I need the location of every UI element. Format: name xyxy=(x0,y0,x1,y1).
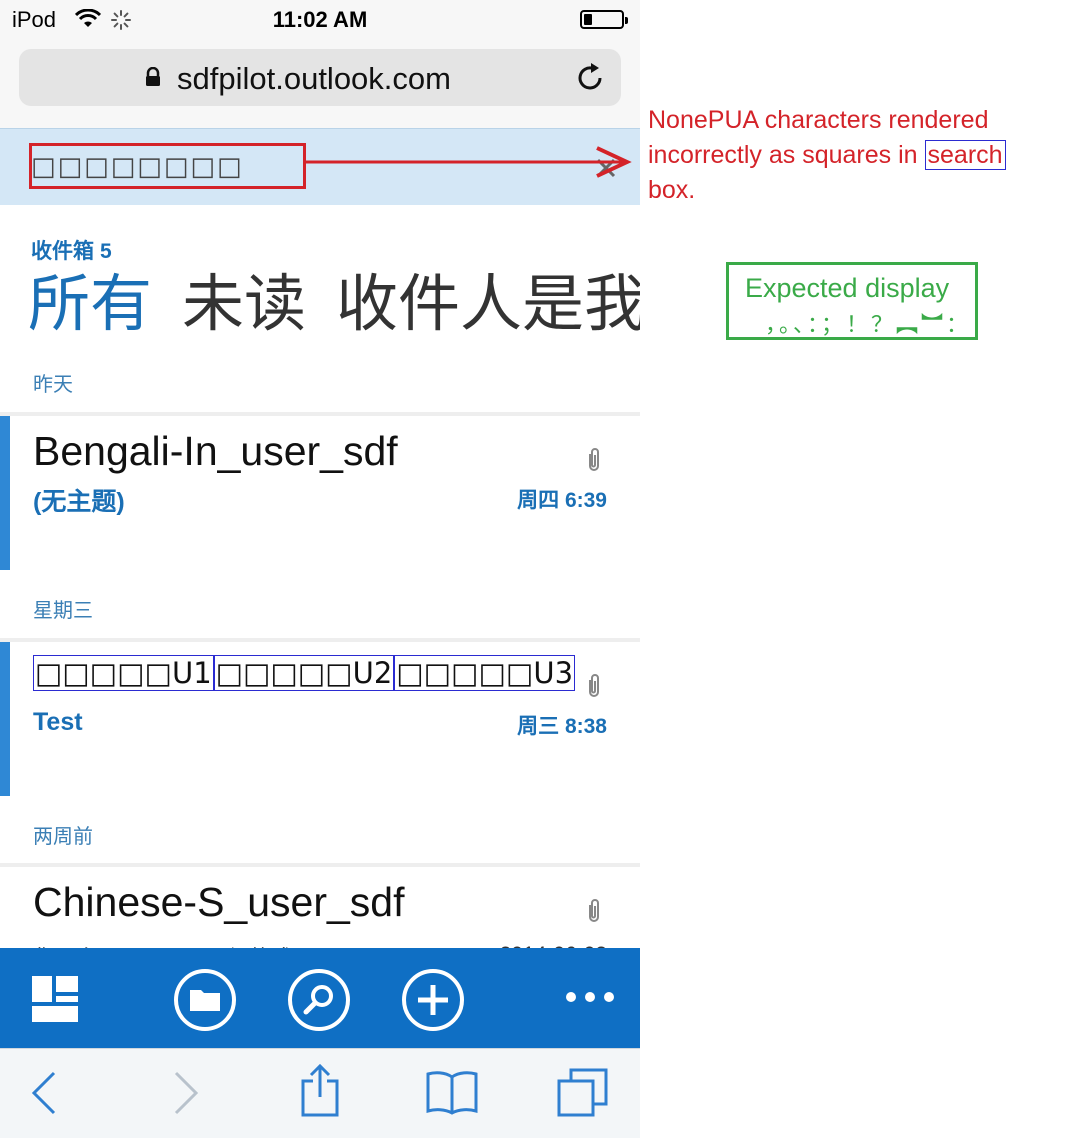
folder-icon[interactable] xyxy=(173,968,237,1037)
sender-segment: □□□□□U1 xyxy=(33,655,214,691)
mail-sender: Chinese-S_user_sdf xyxy=(33,879,405,925)
apps-grid-icon[interactable] xyxy=(32,976,80,1027)
battery-icon xyxy=(580,10,628,29)
list-item[interactable]: □□□□□U1 □□□□□U2 □□□□□U3 Test 周三 8:38 xyxy=(0,638,640,796)
mail-date: 周四 6:39 xyxy=(517,489,607,512)
tab-all[interactable]: 所有 xyxy=(28,253,152,343)
note-text-end: box. xyxy=(648,176,696,204)
more-options-icon[interactable] xyxy=(565,990,615,1009)
mail-sender: Bengali-In_user_sdf xyxy=(33,428,398,474)
paperclip-icon xyxy=(584,897,604,930)
mail-subject: Test xyxy=(33,708,83,736)
expected-display-box: Expected display ，。、：；！？︻︼： xyxy=(726,262,978,340)
clock: 11:02 AM xyxy=(272,7,368,32)
browser-address-area: sdfpilot.outlook.com xyxy=(0,40,640,128)
group-header-yesterday: 昨天 xyxy=(33,374,73,396)
filter-tabs: 所有 未读 收件人是我 xyxy=(28,253,640,343)
mail-sender: □□□□□U1 □□□□□U2 □□□□□U3 xyxy=(33,655,576,691)
share-icon[interactable] xyxy=(300,1063,340,1122)
bookmarks-icon[interactable] xyxy=(425,1069,479,1120)
back-icon[interactable] xyxy=(30,1071,58,1120)
expected-display-title: Expected display xyxy=(745,273,950,303)
annotation-highlight-box xyxy=(29,143,306,189)
address-bar[interactable]: sdfpilot.outlook.com xyxy=(19,49,621,106)
compose-plus-icon[interactable] xyxy=(401,968,465,1037)
reload-icon[interactable] xyxy=(576,62,606,99)
tab-unread[interactable]: 未读 xyxy=(182,253,306,343)
status-bar: iPod 11:02 AM xyxy=(0,0,640,40)
sender-segment: □□□□□U2 xyxy=(213,655,395,691)
browser-toolbar xyxy=(0,1048,640,1138)
search-icon[interactable] xyxy=(287,968,351,1037)
lock-icon xyxy=(145,66,161,92)
list-item[interactable]: Bengali-In_user_sdf (无主题) 周四 6:39 xyxy=(0,412,640,570)
sender-segment: □□□□□U3 xyxy=(394,655,576,691)
paperclip-icon xyxy=(584,672,604,705)
expected-display-chars: ，。、：；！？︻︼： xyxy=(765,313,972,338)
forward-icon[interactable] xyxy=(172,1071,200,1120)
note-highlighted-word: search xyxy=(924,140,1006,170)
paperclip-icon xyxy=(584,446,604,479)
mail-subject: (无主题) xyxy=(33,488,125,516)
annotation-note: NonePUA characters rendered incorrectly … xyxy=(648,103,1058,208)
tab-to-me[interactable]: 收件人是我 xyxy=(336,253,640,343)
url-text[interactable]: sdfpilot.outlook.com xyxy=(177,61,451,97)
group-header-two-weeks-ago: 两周前 xyxy=(33,826,93,848)
group-header-wednesday: 星期三 xyxy=(33,600,93,622)
tabs-icon[interactable] xyxy=(557,1067,609,1124)
annotation-arrow-icon xyxy=(305,144,635,189)
app-toolbar xyxy=(0,948,640,1048)
mail-date: 周三 8:38 xyxy=(517,715,607,738)
